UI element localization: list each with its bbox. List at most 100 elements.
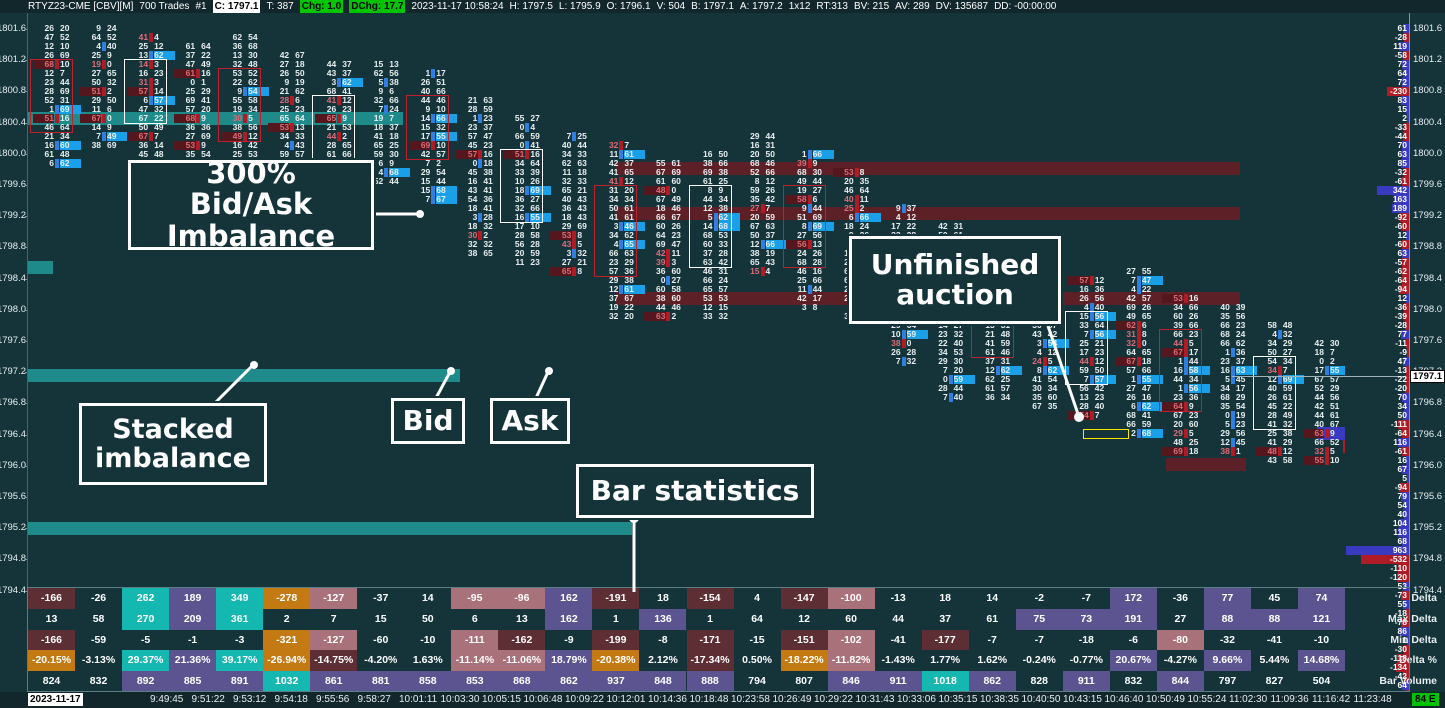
footprint-column[interactable]: 40 39 35 56 66 23 68 24 66 62 1 36 23 37 16 63 5 45 34 17 68… (1209, 303, 1257, 456)
imbalance-marker (384, 150, 388, 159)
time-axis-tick: 10:06:48 (523, 694, 563, 705)
footprint-column[interactable]: 26 20 47 52 12 10 26 69 68 10 12 7 23 44 28 69 52 31 1 69 51… (33, 24, 81, 168)
chart-header-bar: RTYZ23-CME [CBV][M] 700 Trades #1 C: 179… (0, 0, 1445, 13)
imbalance-marker (1277, 366, 1282, 375)
stats-cell: 14.68% (1297, 650, 1345, 672)
stats-cell: 1018 (921, 671, 969, 692)
footprint-cell[interactable]: 36 34 (974, 393, 1013, 402)
price-label-left: 1794.8 (0, 553, 26, 565)
imbalance-marker (149, 141, 153, 150)
stats-cell: 262 (122, 588, 170, 609)
annotation-bid: Bid (389, 396, 467, 446)
imbalance-marker (243, 42, 247, 51)
footprint-cell[interactable]: 38 1 (1209, 447, 1248, 456)
stats-cell: 73 (1062, 608, 1110, 630)
footprint-cell[interactable]: 38 (786, 303, 825, 312)
imbalance-marker (243, 60, 247, 69)
footprint-cell[interactable]: 7 40 (927, 393, 966, 402)
imbalance-marker (1090, 393, 1094, 402)
stats-cell: -102 (827, 629, 875, 651)
footprint-cell[interactable]: 33 32 (692, 312, 731, 321)
footprint-column[interactable]: 16 50 38 66 69 38 61 25 8 9 44 34 12 38 5 62 14 68 68 53 60 3… (692, 150, 740, 321)
imbalance-marker (807, 240, 812, 249)
footprint-cell[interactable]: 69 18 (1161, 447, 1201, 456)
footprint-cell[interactable]: 6 62 (33, 159, 81, 168)
imbalance-marker (431, 177, 435, 186)
imbalance-marker (714, 267, 718, 276)
footprint-cell[interactable]: 11 23 (503, 258, 542, 267)
footprint-ask-volume: 34 (1000, 392, 1011, 402)
footprint-cell[interactable]: 32 20 (597, 312, 636, 321)
footprint-column[interactable]: 1 17 26 51 40 66 44 46 9 10 14 66 15 32 17 55 69 10 42 57 7 2… (409, 69, 458, 204)
footprint-cell[interactable]: 63 2 (644, 312, 683, 321)
stats-cell: -127 (310, 629, 358, 651)
time-axis-tick: 9:51:22 (191, 694, 225, 705)
imbalance-marker (666, 168, 670, 177)
imbalance-marker (196, 141, 201, 150)
footprint-column[interactable]: 58 48 4 32 34 29 50 27 54 34 34 7 12 69 40 59 26 61 45 22 28… (1255, 321, 1304, 465)
imbalance-marker (761, 159, 765, 168)
header-bid-volume: BV: 215 (853, 1, 890, 12)
price-label-left: 1800.0 (0, 147, 26, 159)
time-axis-tick: 10:26:49 (772, 694, 812, 705)
footprint-column[interactable]: 42 30 18 7 0 2 17 55 67 57 52 29 44 56 42 51 44 61 40 67 63 9… (1302, 339, 1345, 465)
imbalance-marker (1231, 429, 1235, 438)
imbalance-marker (1184, 375, 1188, 384)
imbalance-marker (1137, 348, 1141, 357)
header-size: 1x12 (788, 1, 811, 12)
imbalance-marker (854, 168, 859, 177)
footprint-column[interactable]: 55 61 67 69 61 60 48 0 67 49 18 46 66 67 60 26 64 23 69 47 4… (644, 159, 683, 321)
imbalance-marker (666, 204, 670, 213)
stats-cell: 1.62% (977, 654, 1008, 667)
footprint-column[interactable]: 9 24 64 52 4 40 25 9 19 0 27 65 50 32 51 2 29 50 11 6 67 0 14 9… (80, 24, 129, 150)
price-axis-right[interactable]: 1801.6 1801.2 1800.8 1800.4 1800.0 1799.6 1799… (1410, 13, 1445, 596)
imbalance-marker (149, 87, 154, 96)
footprint-column[interactable]: 21 63 28 59 1 23 23 37 57 47 45 23 57 16 0 18 45 38 16 41 43… (456, 96, 495, 258)
footprint-cell[interactable]: 2 68 (1115, 429, 1163, 438)
imbalance-marker (290, 60, 294, 69)
imbalance-marker (1325, 357, 1329, 366)
footprint-cell[interactable]: 38 65 (456, 249, 495, 258)
footprint-column[interactable]: 1 66 39 9 68 30 49 44 19 27 58 6 9 44 51 69 8 69 27 56 56 13 2… (785, 150, 834, 312)
price-label-right: 1799.2 (1413, 210, 1443, 222)
footprint-column[interactable]: 29 44 16 31 20 50 68 46 52 66 8 12 59 26 35 42 27 7 20 59 67… (739, 132, 787, 276)
price-label-left: 1798.4 (0, 272, 26, 284)
footprint-column[interactable]: 41 4 25 12 13 62 14 3 16 23 31 3 57 14 6 57 47 32 67 22 50 49… (127, 33, 176, 168)
stats-cell: -41 (890, 633, 906, 646)
footprint-ask-volume: 32 (718, 311, 728, 321)
imbalance-marker (760, 267, 765, 276)
footprint-cell[interactable]: 65 8 (550, 267, 589, 276)
stats-cell: -80 (1156, 629, 1204, 651)
imbalance-marker (478, 114, 483, 123)
footprint-column[interactable]: 55 27 0 4 66 59 0 41 51 16 34 64 33 39 10 26 18 69 36 27 32 6… (503, 114, 552, 267)
footprint-cell[interactable]: 55 10 (1302, 456, 1342, 465)
footprint-cell[interactable]: 15 4 (739, 267, 778, 276)
stats-cell: 37 (939, 612, 952, 625)
imbalance-marker (666, 276, 671, 285)
imbalance-marker (1277, 330, 1282, 339)
imbalance-marker (1136, 357, 1141, 366)
price-axis-left[interactable]: 1801.6 1801.2 1800.8 1800.4 1800.0 1799.6 1799… (0, 13, 28, 595)
footprint-cell[interactable]: 7 32 (880, 357, 919, 366)
imbalance-marker (666, 231, 670, 240)
annotation-unfinished-auction: Unfinished auction (847, 234, 1063, 326)
footprint-cell[interactable]: 43 58 (1256, 456, 1295, 465)
imbalance-marker (808, 177, 812, 186)
imbalance-marker (1278, 348, 1282, 357)
footprint-column[interactable]: 32 7 11 61 42 37 41 65 41 12 31 20 34 34 50 61 41 61 3 46 34… (597, 141, 646, 321)
stats-cell: 39.17% (216, 650, 264, 672)
imbalance-marker (666, 159, 670, 168)
stats-cell: -321 (263, 629, 311, 651)
imbalance-marker (290, 87, 294, 96)
stats-cell: -5 (140, 633, 151, 646)
footprint-column[interactable]: 53 16 34 66 60 26 39 66 66 23 44 5 67 17 1 44 16 58 44 34 1 5… (1161, 294, 1210, 456)
time-axis[interactable]: 2023-11-17 84 E 9:49:45 9:51:22 9:53:12 9:5… (0, 692, 1445, 708)
footprint-column[interactable]: 7 25 40 44 34 33 62 63 11 18 32 33 65 21 40 43 36 43 18 43 2… (550, 132, 589, 276)
imbalance-marker (478, 168, 482, 177)
imbalance-marker (1278, 357, 1282, 366)
footprint-cell[interactable]: 38 69 (80, 141, 119, 150)
footprint-column[interactable]: 61 64 37 22 47 49 61 16 0 1 25 29 69 41 57 20 68 9 36 36 27 6… (174, 42, 213, 168)
footprint-column[interactable]: 27 55 7 47 4 22 42 57 69 26 49 65 62 6 31 8 32 0 64 65 67 18 5… (1114, 267, 1163, 438)
stats-cell: -6 (1128, 633, 1138, 646)
imbalance-marker (714, 195, 718, 204)
